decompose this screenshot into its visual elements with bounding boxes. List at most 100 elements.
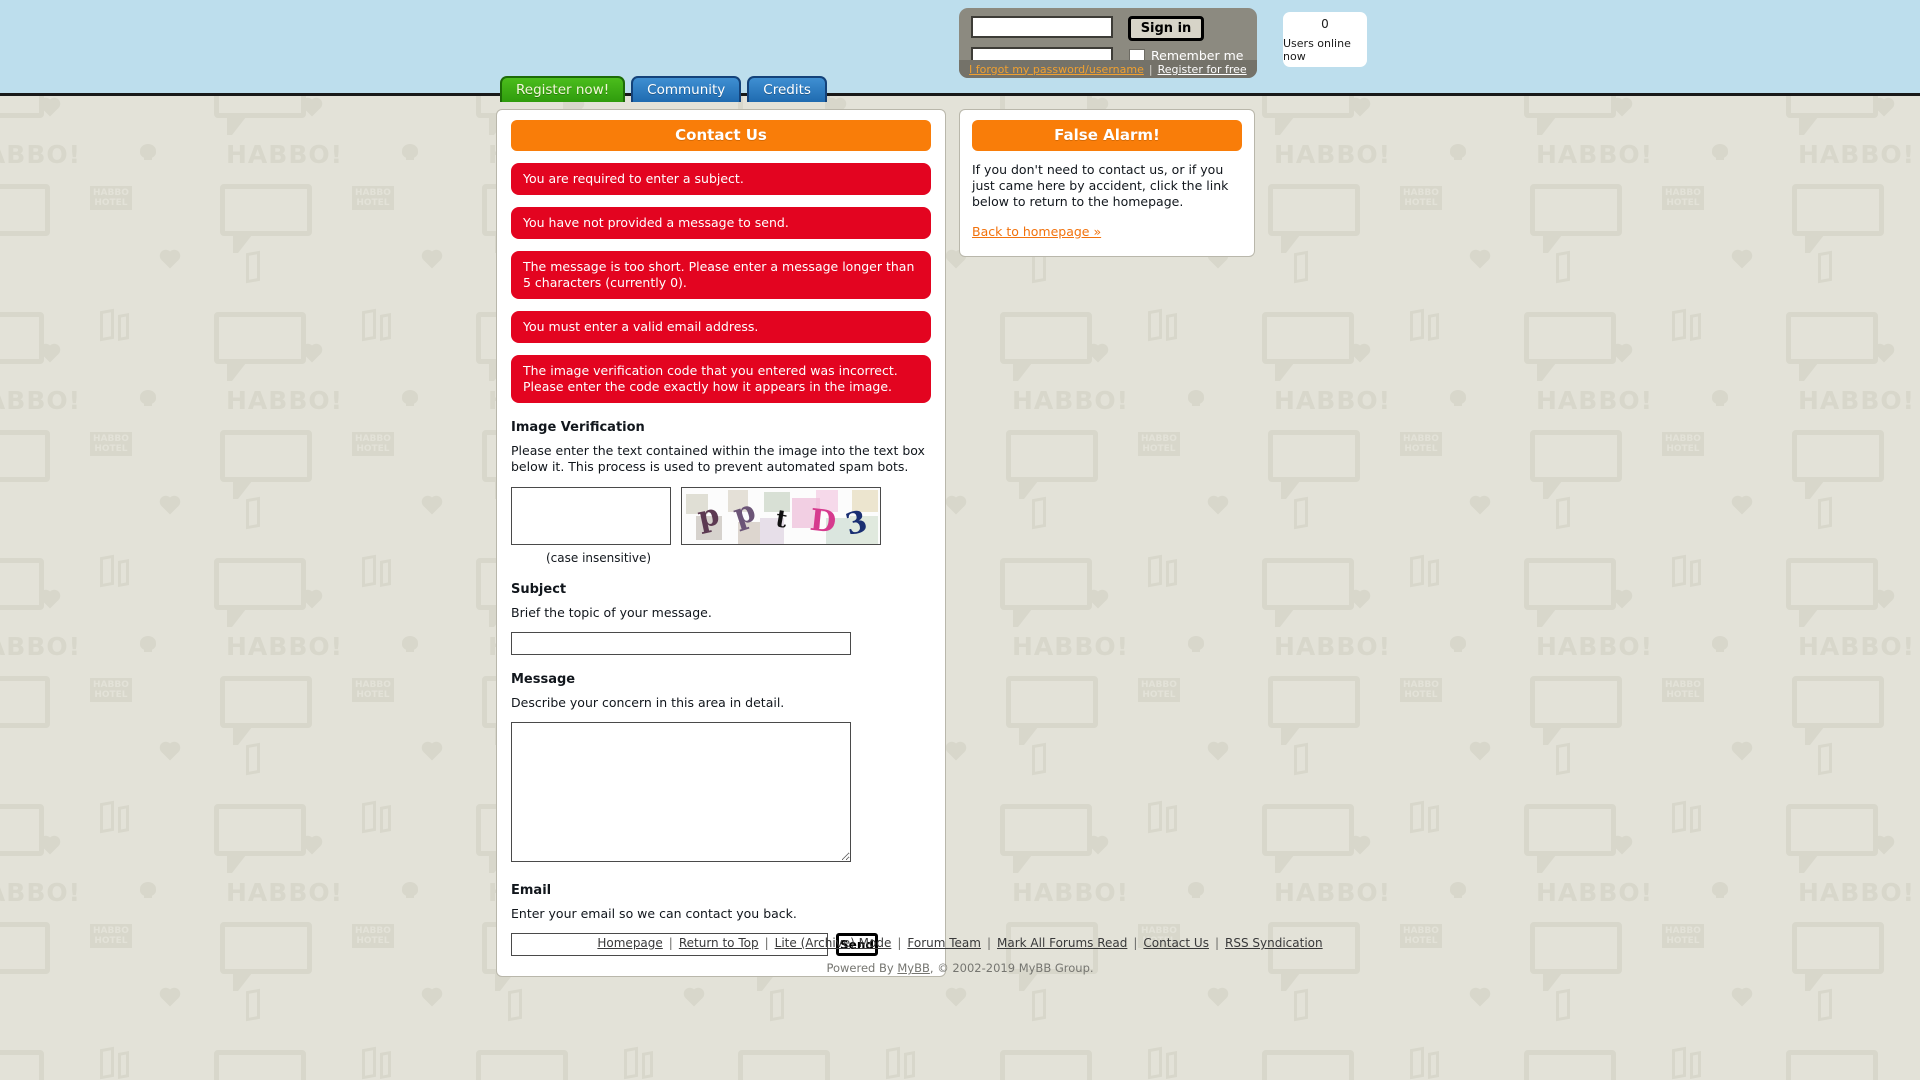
footer-link-rss-syndication[interactable]: RSS Syndication — [1225, 936, 1323, 950]
habbo-watermark-text: HABBO! — [1274, 878, 1392, 907]
furniture-icon — [118, 805, 129, 833]
speech-bubble-icon — [0, 804, 44, 856]
heart-icon — [1471, 989, 1489, 1007]
heart-icon — [1351, 99, 1369, 117]
footer-link-forum-team[interactable]: Forum Team — [907, 936, 981, 950]
furniture-icon — [1690, 1051, 1701, 1079]
mybb-link[interactable]: MyBB — [897, 961, 930, 975]
wallpaper-tile: HABBO!HABBOHOTEL — [988, 794, 1250, 1040]
speech-bubble-icon — [214, 804, 306, 873]
main-nav: Register now! Community Credits — [500, 76, 827, 102]
register-for-free-link[interactable]: Register for free — [1158, 63, 1247, 76]
forgot-password-link[interactable]: I forgot my password/username — [969, 63, 1144, 76]
furniture-icon — [508, 988, 522, 1022]
wallpaper-tile: HABBO!HABBOHOTEL — [1774, 548, 1920, 794]
footer-link-mark-all-forums-read[interactable]: Mark All Forums Read — [997, 936, 1127, 950]
speech-bubble-icon — [0, 430, 50, 482]
nav-button-community[interactable]: Community — [631, 76, 742, 102]
heart-icon — [423, 497, 441, 515]
username-input[interactable] — [971, 16, 1113, 38]
furniture-icon — [1690, 313, 1701, 341]
footer-separator: | — [1214, 936, 1220, 950]
captcha-input[interactable] — [511, 487, 671, 545]
furniture-icon — [1032, 496, 1046, 530]
back-to-homepage-link[interactable]: Back to homepage » — [972, 224, 1101, 239]
sign-in-button[interactable]: Sign in — [1128, 16, 1204, 41]
heart-icon — [423, 989, 441, 1007]
furniture-icon — [380, 1051, 391, 1079]
wallpaper-tile: HABBO!HABBOHOTEL — [1512, 1040, 1774, 1080]
furniture-icon — [1556, 742, 1570, 776]
wallpaper-tile: HABBO!HABBOHOTEL — [988, 548, 1250, 794]
speech-bubble-icon — [0, 96, 44, 118]
heart-icon — [1733, 251, 1751, 269]
skull-icon — [1712, 390, 1728, 406]
heart-icon — [1613, 837, 1631, 855]
furniture-icon — [1166, 313, 1177, 341]
heart-icon — [1351, 837, 1369, 855]
furniture-icon — [1410, 1046, 1424, 1080]
furniture-icon — [100, 554, 114, 588]
heart-icon — [41, 345, 59, 363]
skull-icon — [1712, 636, 1728, 652]
heart-icon — [303, 99, 321, 117]
speech-bubble-icon — [214, 1050, 306, 1080]
footer-link-contact-us[interactable]: Contact Us — [1143, 936, 1209, 950]
heart-icon — [1875, 591, 1893, 609]
false-alarm-title: False Alarm! — [972, 120, 1242, 151]
furniture-icon — [1148, 1046, 1162, 1080]
message-textarea[interactable] — [511, 722, 851, 862]
email-description: Enter your email so we can contact you b… — [511, 906, 797, 921]
skull-icon — [1450, 636, 1466, 652]
wallpaper-tile: HABBO!HABBOHOTEL — [1774, 96, 1920, 302]
powered-by-text: Powered By MyBB, © 2002-2019 MyBB Group. — [0, 961, 1920, 975]
nav-button-register[interactable]: Register now! — [500, 76, 626, 102]
subject-input[interactable] — [511, 632, 851, 655]
furniture-icon — [1148, 554, 1162, 588]
speech-bubble-icon — [1530, 184, 1622, 253]
speech-bubble-icon — [220, 430, 312, 499]
heart-icon — [303, 591, 321, 609]
footer-link-return-to-top[interactable]: Return to Top — [679, 936, 759, 950]
habbo-watermark-text: HABBO! — [226, 632, 344, 661]
habbo-hotel-badge: HABBOHOTEL — [90, 678, 132, 702]
habbo-hotel-badge: HABBOHOTEL — [90, 186, 132, 210]
skull-icon — [402, 636, 418, 652]
error-message: You have not provided a message to send. — [511, 207, 931, 239]
wallpaper-tile: HABBO!HABBOHOTEL — [988, 1040, 1250, 1080]
speech-bubble-icon — [1268, 184, 1360, 253]
habbo-hotel-badge: HABBOHOTEL — [90, 432, 132, 456]
nav-button-credits[interactable]: Credits — [747, 76, 827, 102]
habbo-watermark-text: HABBO! — [1536, 878, 1654, 907]
furniture-icon — [1294, 250, 1308, 284]
speech-bubble-icon — [1268, 676, 1360, 745]
wallpaper-tile: HABBO!HABBOHOTEL — [1250, 96, 1512, 302]
furniture-icon — [380, 805, 391, 833]
speech-bubble-icon — [1524, 312, 1616, 381]
heart-icon — [41, 591, 59, 609]
furniture-icon — [1032, 988, 1046, 1022]
heart-icon — [1875, 837, 1893, 855]
speech-bubble-icon — [0, 1050, 44, 1080]
footer-link-homepage[interactable]: Homepage — [597, 936, 662, 950]
wallpaper-tile: HABBO!HABBOHOTEL — [0, 548, 202, 794]
footer-link-lite-archive-mode[interactable]: Lite (Archive) Mode — [775, 936, 892, 950]
heart-icon — [1613, 99, 1631, 117]
habbo-watermark-text: HABBO! — [226, 140, 344, 169]
header-divider — [0, 93, 1920, 96]
captcha-image: p p t D 3 — [681, 487, 881, 545]
skull-icon — [1188, 390, 1204, 406]
furniture-icon — [1818, 496, 1832, 530]
furniture-icon — [100, 308, 114, 342]
heart-icon — [423, 251, 441, 269]
habbo-hotel-badge: HABBOHOTEL — [1400, 678, 1442, 702]
furniture-icon — [118, 1051, 129, 1079]
speech-bubble-icon — [1262, 312, 1354, 381]
furniture-icon — [1690, 559, 1701, 587]
error-message: The message is too short. Please enter a… — [511, 251, 931, 299]
habbo-hotel-badge: HABBOHOTEL — [1662, 432, 1704, 456]
speech-bubble-icon — [1262, 804, 1354, 873]
speech-bubble-icon — [214, 96, 306, 135]
heart-icon — [1613, 345, 1631, 363]
login-links-bar: I forgot my password/username | Register… — [959, 60, 1257, 78]
